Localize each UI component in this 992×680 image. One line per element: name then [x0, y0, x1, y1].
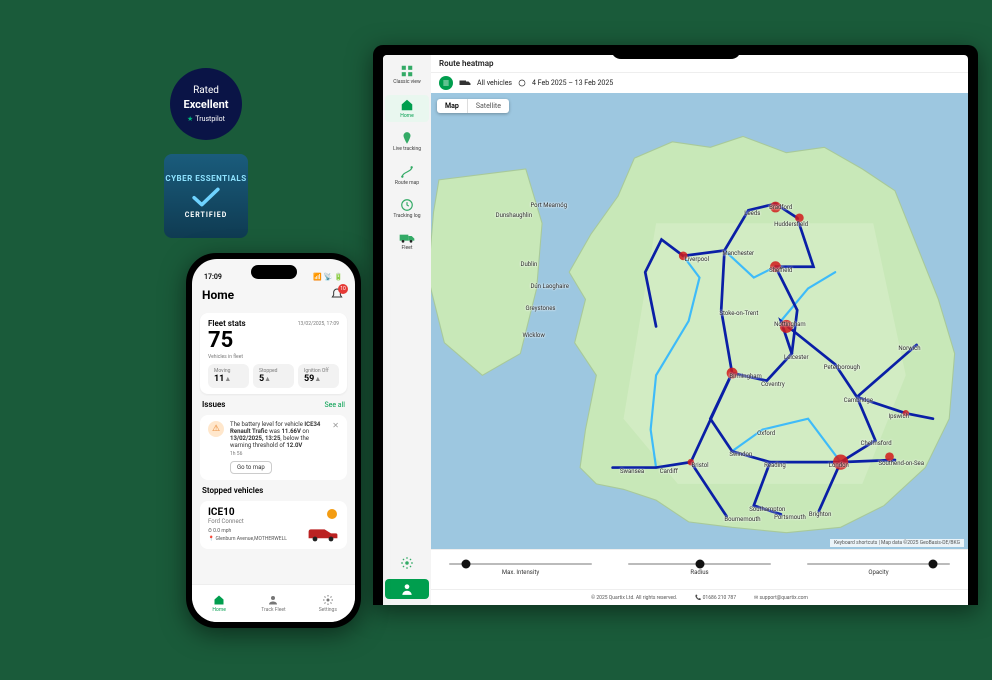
tab-track-fleet[interactable]: Track Fleet	[246, 585, 300, 622]
laptop-frame: Classic view Home Live tracking Route ma…	[373, 45, 978, 605]
gear-icon	[400, 556, 414, 570]
cyber-essentials-badge: CYBER ESSENTIALS CERTIFIED	[164, 154, 248, 238]
footer-email: support@quartix.com	[759, 595, 807, 601]
footer-copyright: © 2025 Quartix Ltd. All rights reserved.	[591, 595, 677, 601]
tab-settings[interactable]: Settings	[301, 585, 355, 622]
fleet-stats-title: Fleet stats	[208, 319, 246, 328]
sidebar-live-tracking[interactable]: Live tracking	[385, 128, 429, 156]
notifications-count: 10	[338, 284, 348, 294]
fleet-sub: Vehicles in fleet	[208, 354, 339, 360]
clock-icon	[518, 79, 526, 87]
footer-phone: 01686 210 787	[703, 595, 736, 601]
sidebar-tracking-log[interactable]: Tracking log	[385, 195, 429, 223]
tab-home[interactable]: Home	[192, 585, 246, 622]
sidebar-fleet[interactable]: Fleet	[385, 229, 429, 255]
vehicle-id: ICE10	[208, 507, 339, 518]
trustpilot-rated: Rated	[193, 85, 219, 96]
issue-card[interactable]: ⚠ The battery level for vehicle ICE34 Re…	[200, 415, 347, 480]
map-mode-satellite[interactable]: Satellite	[467, 99, 509, 113]
trustpilot-brand: Trustpilot	[195, 115, 225, 123]
sidebar-classic-view[interactable]: Classic view	[385, 61, 429, 89]
dismiss-issue[interactable]: ✕	[332, 421, 339, 474]
slider-opacity[interactable]: Opacity	[789, 550, 968, 589]
heatmap-map[interactable]: DublinLiverpoolManchesterLeedsBradfordHu…	[431, 93, 968, 549]
users-icon	[267, 594, 279, 606]
fleet-stats-card[interactable]: Fleet stats 13/02/2025, 17:09 75 Vehicle…	[200, 313, 347, 394]
date-range[interactable]: 4 Feb 2025 – 13 Feb 2025	[532, 79, 613, 87]
phone-frame: 17:09 📶 📡 🔋 Home 10 Fleet stats 13/02/20…	[186, 253, 361, 628]
gear-icon	[322, 594, 334, 606]
user-icon	[400, 582, 414, 596]
van-icon	[307, 527, 339, 543]
app-footer: © 2025 Quartix Ltd. All rights reserved.…	[431, 589, 968, 605]
status-icons: 📶 📡 🔋	[313, 273, 343, 281]
fleet-stat[interactable]: Stopped5▲	[253, 364, 294, 388]
filter-bar: All vehicles 4 Feb 2025 – 13 Feb 2025	[431, 73, 968, 93]
issues-title: Issues	[202, 400, 225, 409]
map-mode-map[interactable]: Map	[437, 99, 467, 113]
stopped-title: Stopped vehicles	[202, 486, 263, 495]
map-attribution: Keyboard shortcuts | Map data ©2025 GeoB…	[830, 539, 964, 547]
filter-toggle[interactable]	[439, 76, 453, 90]
status-time: 17:09	[204, 273, 222, 281]
vehicle-icon	[459, 78, 471, 88]
slider-radius[interactable]: Radius	[610, 550, 789, 589]
sidebar-account[interactable]	[385, 579, 429, 599]
fleet-count: 75	[208, 330, 339, 352]
grid-icon	[400, 64, 414, 78]
status-dot-stopped	[327, 509, 337, 519]
go-to-map-button[interactable]: Go to map	[230, 461, 272, 474]
vehicle-model: Ford Connect	[208, 518, 339, 525]
clock-icon	[400, 198, 414, 212]
heatmap-sliders: Max. IntensityRadiusOpacity	[431, 549, 968, 589]
sidebar-home[interactable]: Home	[385, 95, 429, 123]
sliders-icon	[442, 79, 450, 87]
fleet-stat[interactable]: Moving11▲	[208, 364, 249, 388]
checkmark-icon	[192, 185, 220, 209]
stopped-vehicle-card[interactable]: ICE10 Ford Connect ⏱ 0.0 mph 📍 Glenburn …	[200, 501, 347, 549]
fleet-stats-time: 13/02/2025, 17:09	[298, 321, 339, 327]
vehicle-filter[interactable]: All vehicles	[477, 79, 512, 87]
pin-icon	[400, 131, 414, 145]
sidebar-route-map[interactable]: Route map	[385, 162, 429, 190]
trustpilot-excellent: Excellent	[184, 98, 229, 111]
home-icon	[213, 594, 225, 606]
tab-bar: Home Track Fleet Settings	[192, 584, 355, 622]
mobile-page-title: Home	[202, 288, 234, 302]
map-mode-switch[interactable]: Map Satellite	[437, 99, 509, 113]
notifications-button[interactable]: 10	[329, 287, 345, 303]
home-icon	[400, 98, 414, 112]
star-icon: ★	[187, 115, 193, 123]
fleet-stat[interactable]: Ignition Off59▲	[298, 364, 339, 388]
battery-warning-icon: ⚠	[208, 421, 224, 437]
issues-see-all[interactable]: See all	[324, 401, 345, 409]
trustpilot-badge: Rated Excellent ★ Trustpilot	[170, 68, 242, 140]
sidebar-settings[interactable]	[385, 553, 429, 573]
route-icon	[400, 165, 414, 179]
issue-ago: 1h 56	[230, 451, 326, 457]
sidebar: Classic view Home Live tracking Route ma…	[383, 55, 431, 605]
slider-max-intensity[interactable]: Max. Intensity	[431, 550, 610, 589]
truck-icon	[399, 232, 415, 244]
